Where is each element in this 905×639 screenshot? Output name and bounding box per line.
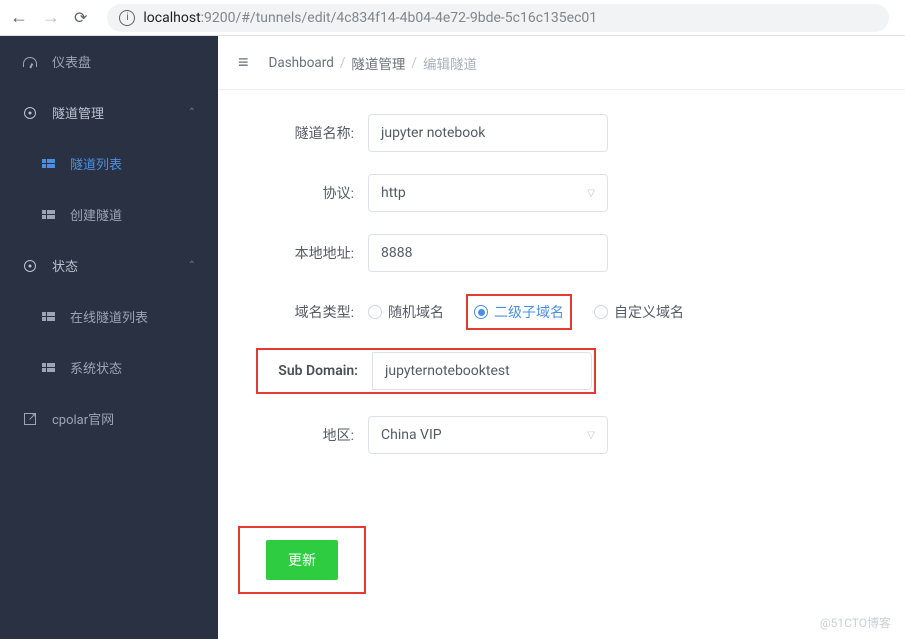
sidebar: 仪表盘 隧道管理 ⌃ 隧道列表 创建隧道 状态 ⌃ 在线隧道列表 系统状态 xyxy=(0,36,218,639)
radio-random-domain[interactable]: 随机域名 xyxy=(368,302,444,322)
update-button[interactable]: 更新 xyxy=(266,540,338,580)
breadcrumb-dashboard[interactable]: Dashboard xyxy=(269,55,334,71)
breadcrumb: Dashboard / 隧道管理 / 编辑隧道 xyxy=(269,53,477,73)
address-bar[interactable]: i localhost:9200/#/tunnels/edit/4c834f14… xyxy=(107,4,889,32)
chevron-up-icon: ⌃ xyxy=(188,260,196,271)
grid-icon xyxy=(42,363,55,372)
subdomain-input[interactable]: jupyternotebooktest xyxy=(372,352,592,390)
radio-icon xyxy=(368,305,382,319)
back-icon[interactable]: ← xyxy=(10,7,28,28)
sidebar-item-online-list[interactable]: 在线隧道列表 xyxy=(0,291,218,342)
subdomain-label: Sub Domain: xyxy=(260,363,372,379)
grid-icon xyxy=(42,210,55,219)
chevron-up-icon: ⌃ xyxy=(188,107,196,118)
sidebar-label: 隧道管理 xyxy=(52,103,188,122)
forward-icon[interactable]: → xyxy=(42,7,60,28)
sidebar-label: 系统状态 xyxy=(70,358,196,377)
sidebar-label: 状态 xyxy=(52,256,188,275)
sidebar-item-dashboard[interactable]: 仪表盘 xyxy=(0,36,218,87)
sidebar-item-tunnel-mgmt[interactable]: 隧道管理 ⌃ xyxy=(0,87,218,138)
sidebar-label: 隧道列表 xyxy=(70,154,196,173)
external-link-icon xyxy=(24,413,36,425)
sidebar-label: 在线隧道列表 xyxy=(70,307,196,326)
tunnel-name-label: 隧道名称: xyxy=(238,123,368,143)
sidebar-item-create-tunnel[interactable]: 创建隧道 xyxy=(0,189,218,240)
protocol-label: 协议: xyxy=(238,183,368,203)
chevron-down-icon: ▽ xyxy=(587,188,595,199)
local-addr-input[interactable]: 8888 xyxy=(368,234,608,272)
grid-icon xyxy=(42,159,55,168)
sidebar-label: 仪表盘 xyxy=(52,52,196,71)
domain-type-label: 域名类型: xyxy=(238,302,368,322)
protocol-select[interactable]: http▽ xyxy=(368,174,608,212)
edit-tunnel-form: 隧道名称: jupyter notebook 协议: http▽ 本地地址: 8… xyxy=(218,90,905,618)
sidebar-item-tunnel-list[interactable]: 隧道列表 xyxy=(0,138,218,189)
breadcrumb-tunnel-mgmt[interactable]: 隧道管理 xyxy=(351,53,405,73)
browser-toolbar: ← → ⟳ i localhost:9200/#/tunnels/edit/4c… xyxy=(0,0,905,36)
sidebar-item-status[interactable]: 状态 ⌃ xyxy=(0,240,218,291)
grid-icon xyxy=(42,312,55,321)
tunnel-name-input[interactable]: jupyter notebook xyxy=(368,114,608,152)
sidebar-item-cpolar-site[interactable]: cpolar官网 xyxy=(0,393,218,444)
site-info-icon[interactable]: i xyxy=(119,10,135,26)
sidebar-item-system-status[interactable]: 系统状态 xyxy=(0,342,218,393)
reload-icon[interactable]: ⟳ xyxy=(74,8,87,27)
breadcrumb-current: 编辑隧道 xyxy=(423,53,477,73)
sidebar-label: cpolar官网 xyxy=(52,409,196,428)
radio-icon xyxy=(594,305,608,319)
topbar: ≡ Dashboard / 隧道管理 / 编辑隧道 xyxy=(218,36,905,90)
sidebar-label: 创建隧道 xyxy=(70,205,196,224)
content-area: ≡ Dashboard / 隧道管理 / 编辑隧道 隧道名称: jupyter … xyxy=(218,36,905,639)
url-text: localhost:9200/#/tunnels/edit/4c834f14-4… xyxy=(143,10,597,26)
circle-icon xyxy=(24,260,36,272)
chevron-down-icon: ▽ xyxy=(587,430,595,441)
radio-sub-domain[interactable]: 二级子域名 xyxy=(474,302,564,322)
gauge-icon xyxy=(23,57,37,67)
region-label: 地区: xyxy=(238,425,368,445)
watermark: @51CTO博客 xyxy=(820,614,891,631)
radio-icon xyxy=(474,305,488,319)
circle-icon xyxy=(24,107,36,119)
menu-toggle-icon[interactable]: ≡ xyxy=(238,52,249,73)
region-select[interactable]: China VIP▽ xyxy=(368,416,608,454)
radio-custom-domain[interactable]: 自定义域名 xyxy=(594,302,684,322)
local-addr-label: 本地地址: xyxy=(238,243,368,263)
